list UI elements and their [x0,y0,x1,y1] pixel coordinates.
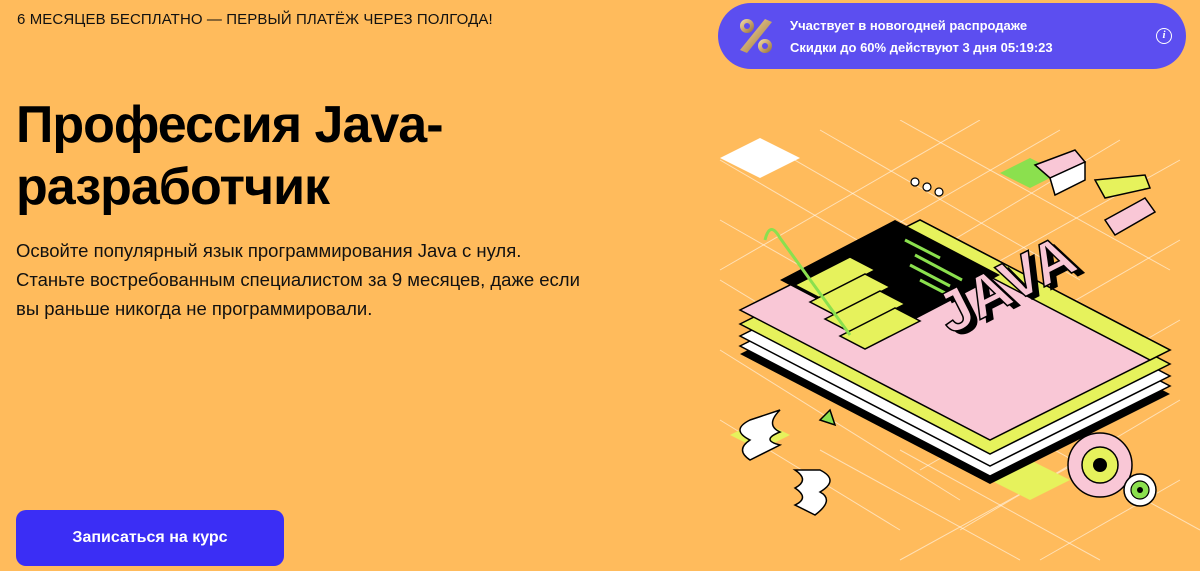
sale-subtitle: Скидки до 60% действуют 3 дня 05:19:23 [790,40,1053,55]
title-line-1: Профессия Java- [16,96,444,154]
sale-title: Участвует в новогодней распродаже [790,18,1028,33]
sale-prefix: Скидки до [790,40,861,55]
discount-value: 60% [860,40,887,55]
title-line-2: разработчик [16,158,330,216]
java-illustration: JAVA JAVA [719,120,1200,561]
days-left: 3 дня [962,40,997,55]
course-description: Освойте популярный язык программирования… [16,236,606,323]
info-icon[interactable]: i [1156,28,1172,44]
description-line: Освойте популярный язык программирования… [16,240,522,261]
countdown-timer: 05:19:23 [1000,40,1053,55]
description-line: Станьте востребованным специалистом за 9… [16,269,580,290]
sale-mid: действуют [886,40,963,55]
promo-text: 6 МЕСЯЦЕВ БЕСПЛАТНО — ПЕРВЫЙ ПЛАТЁЖ ЧЕРЕ… [17,11,493,28]
sale-banner[interactable]: Участвует в новогодней распродаже Скидки… [718,3,1186,69]
enroll-button[interactable]: Записаться на курс [16,510,284,566]
percent-icon [740,19,772,53]
description-line: вы раньше никогда не программировали. [16,298,373,319]
page-title: Профессия Java- разработчик [16,94,536,218]
